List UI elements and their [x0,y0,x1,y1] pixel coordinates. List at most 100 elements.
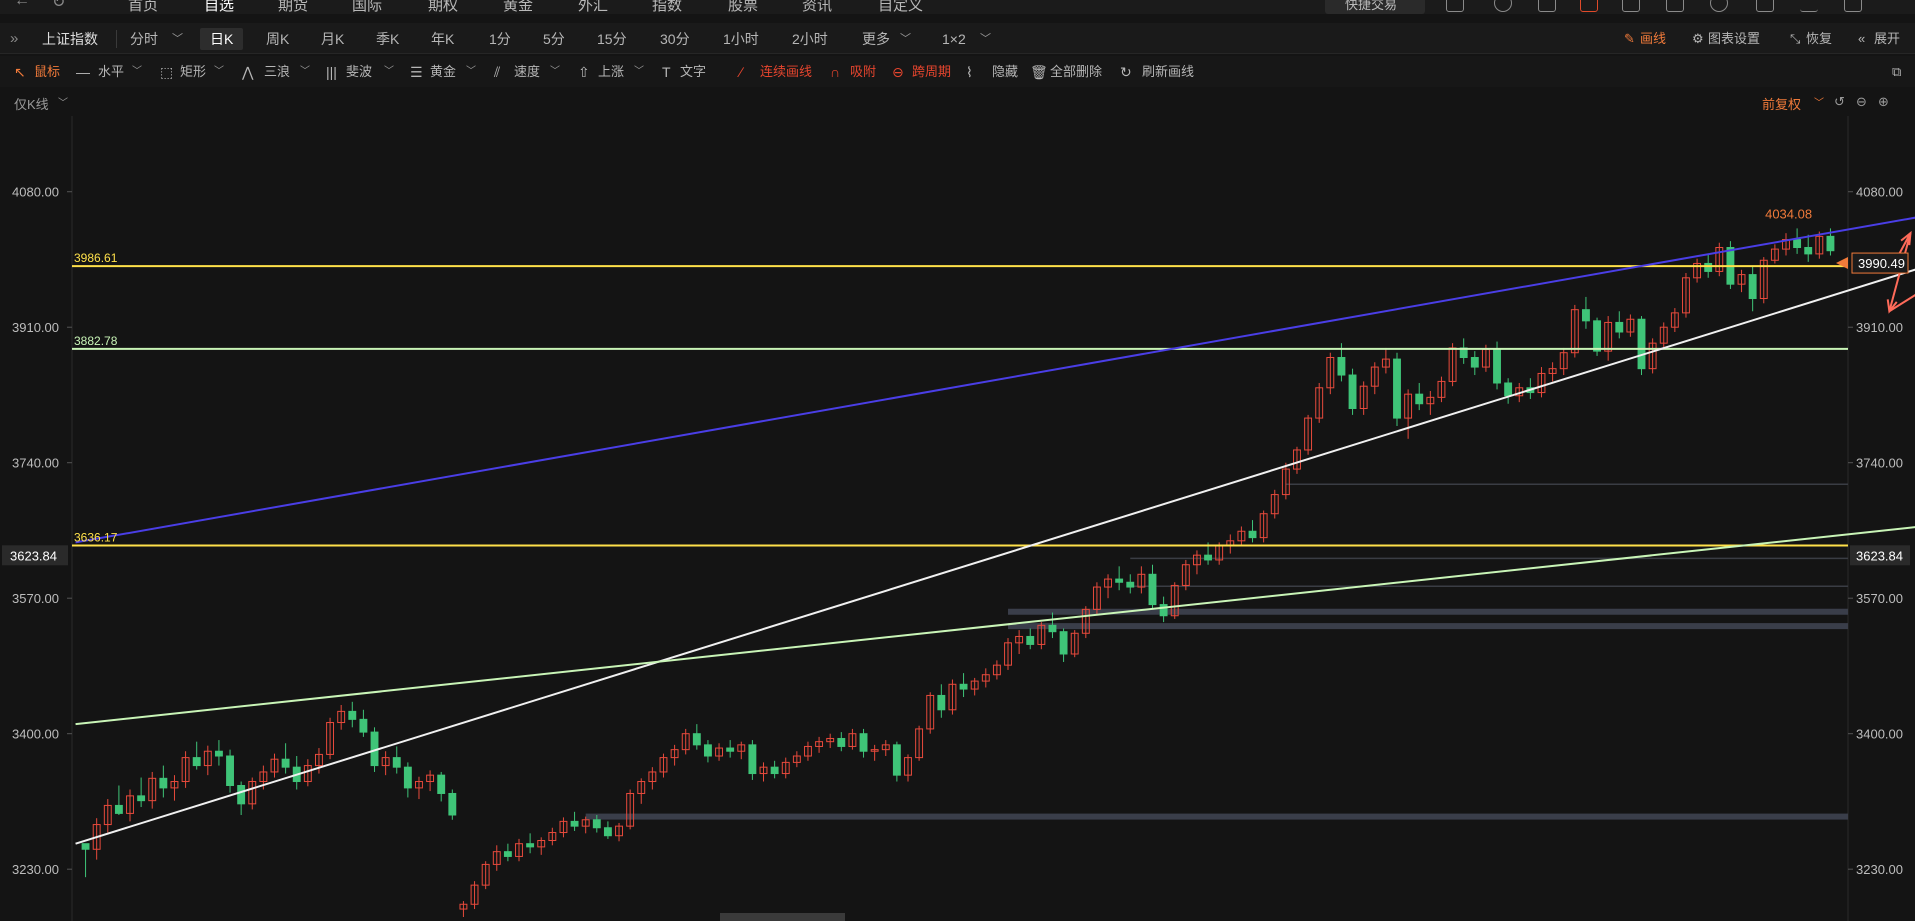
add-window-icon[interactable] [1446,0,1464,12]
magnet-icon[interactable]: ∩ [830,62,840,82]
window-icon[interactable] [1538,0,1556,12]
period-1hour[interactable]: 1小时 [723,28,759,50]
period-week[interactable]: 周K [266,28,289,50]
tool-fib[interactable]: 斐波 [346,62,372,82]
tool-delete-all[interactable]: 全部删除 [1050,62,1102,82]
period-quarter[interactable]: 季K [376,28,399,50]
mail-icon[interactable] [1666,0,1684,12]
tool-continuous[interactable]: 连续画线 [760,62,812,82]
tool-rect[interactable]: 矩形 [180,62,206,82]
chevron-down-icon[interactable]: ﹀ [300,62,310,82]
period-30min[interactable]: 30分 [660,28,690,50]
up-arrow-icon[interactable]: ⇧ [578,62,590,82]
trash-icon[interactable]: 🗑 [1030,62,1048,82]
chevron-down-icon[interactable]: ﹀ [172,28,183,50]
period-timeshare[interactable]: 分时 [130,28,158,50]
tool-hline[interactable]: 水平 [98,62,124,82]
draw-line-button[interactable]: 画线 [1640,28,1666,50]
tool-gold[interactable]: 黄金 [430,62,456,82]
kline-mode-select[interactable]: 仅K线 [14,94,49,113]
adjust-select[interactable]: 前复权 [1762,94,1801,113]
expand-left-icon[interactable]: « [1858,28,1865,50]
period-1min[interactable]: 1分 [489,28,511,50]
menu-icon[interactable] [1756,0,1774,12]
tool-snap[interactable]: 吸附 [850,62,876,82]
user-icon[interactable] [1710,0,1728,12]
refresh-lines-icon[interactable]: ↻ [1120,62,1132,82]
nav-news[interactable]: 资讯 [802,0,832,14]
tool-hide[interactable]: 隐藏 [992,62,1018,82]
zoom-out-icon[interactable]: ⊖ [1856,94,1867,110]
period-month[interactable]: 月K [321,28,344,50]
tool-wave3[interactable]: 三浪 [264,62,290,82]
layout-1x2[interactable]: 1×2 [942,28,966,50]
chart-icon[interactable] [1622,0,1640,12]
period-2hour[interactable]: 2小时 [792,28,828,50]
restore-button[interactable]: 恢复 [1806,28,1832,50]
period-year[interactable]: 年K [431,28,454,50]
chevron-down-icon[interactable]: ﹀ [550,62,560,82]
chevron-down-icon[interactable]: ﹀ [634,62,644,82]
continuous-line-icon[interactable]: ∕ [740,62,742,82]
close-icon[interactable] [1886,0,1904,12]
period-more[interactable]: 更多 [862,28,890,50]
chevron-down-icon[interactable]: ﹀ [466,62,476,82]
maximize-icon[interactable] [1844,0,1862,12]
chevron-down-icon[interactable]: ﹀ [384,62,394,82]
expand-button[interactable]: 展开 [1874,28,1900,50]
expand-chevrons-icon[interactable]: » [10,28,18,50]
nav-futures[interactable]: 期货 [278,0,308,14]
chevron-down-icon[interactable]: ﹀ [214,62,224,82]
nav-watchlist[interactable]: 自选 [204,0,234,14]
zoom-in-icon[interactable]: ⊕ [1878,94,1889,110]
kline-chart-svg[interactable]: 4080.00 3910.00 3740.00 3570.00 3400.00 3230.… [0,116,1915,921]
back-icon[interactable]: ← [14,0,30,10]
refresh-icon[interactable]: ↻ [52,0,65,12]
nav-custom[interactable]: 自定义 [878,0,923,14]
nav-international[interactable]: 国际 [352,0,382,14]
rect-icon[interactable]: ⬚ [160,62,173,82]
tool-text[interactable]: 文字 [680,62,706,82]
chevron-down-icon[interactable]: ﹀ [132,62,142,82]
kline-chart[interactable]: 4080.00 3910.00 3740.00 3570.00 3400.00 3230.… [0,116,1915,921]
pencil-icon[interactable]: ✎ [1624,28,1635,50]
period-15min[interactable]: 15分 [597,28,627,50]
period-5min[interactable]: 5分 [543,28,565,50]
window-icon[interactable]: ⧉ [1892,62,1901,82]
cursor-icon[interactable]: ↖ [14,62,26,82]
tool-refresh-lines[interactable]: 刷新画线 [1142,62,1194,82]
speed-icon[interactable]: ⫽ [494,62,500,82]
quick-trade-button[interactable]: 快捷交易 [1325,0,1425,14]
tool-cross-period[interactable]: 跨周期 [912,62,951,82]
gold-icon[interactable]: ☰ [410,62,423,82]
alert-icon[interactable] [1580,0,1598,12]
nav-gold[interactable]: 黄金 [503,0,533,14]
hline-icon[interactable]: — [76,62,90,82]
nav-forex[interactable]: 外汇 [578,0,608,14]
candle-body [1026,635,1035,645]
hide-icon[interactable]: ⌇ [966,62,973,82]
nav-options[interactable]: 期权 [428,0,458,14]
nav-index[interactable]: 指数 [652,0,682,14]
tool-rise[interactable]: 上涨 [598,62,624,82]
nav-stocks[interactable]: 股票 [728,0,758,14]
symbol-name[interactable]: 上证指数 [42,28,98,50]
nav-home[interactable]: 首页 [128,0,158,14]
cross-period-icon[interactable]: ⊖ [892,62,904,82]
layers-icon[interactable] [1494,0,1512,12]
chevron-down-icon[interactable]: ﹀ [980,28,991,50]
minimize-icon[interactable] [1800,0,1818,12]
fib-icon[interactable]: ||| [326,62,337,82]
chevron-down-icon[interactable]: ﹀ [1814,94,1824,109]
undo-icon[interactable]: ↺ [1834,94,1845,110]
period-day[interactable]: 日K [200,28,244,50]
gear-icon[interactable]: ⚙ [1692,28,1704,50]
chevron-down-icon[interactable]: ﹀ [900,28,911,50]
chart-settings-button[interactable]: 图表设置 [1708,28,1760,50]
tool-speed[interactable]: 速度 [514,62,540,82]
text-icon[interactable]: T [662,62,671,82]
tool-mouse[interactable]: 鼠标 [34,62,60,82]
restore-icon[interactable]: ⤡ [1790,28,1800,50]
wave-icon[interactable]: ⋀ [242,62,253,82]
chevron-down-icon[interactable]: ﹀ [58,94,68,109]
